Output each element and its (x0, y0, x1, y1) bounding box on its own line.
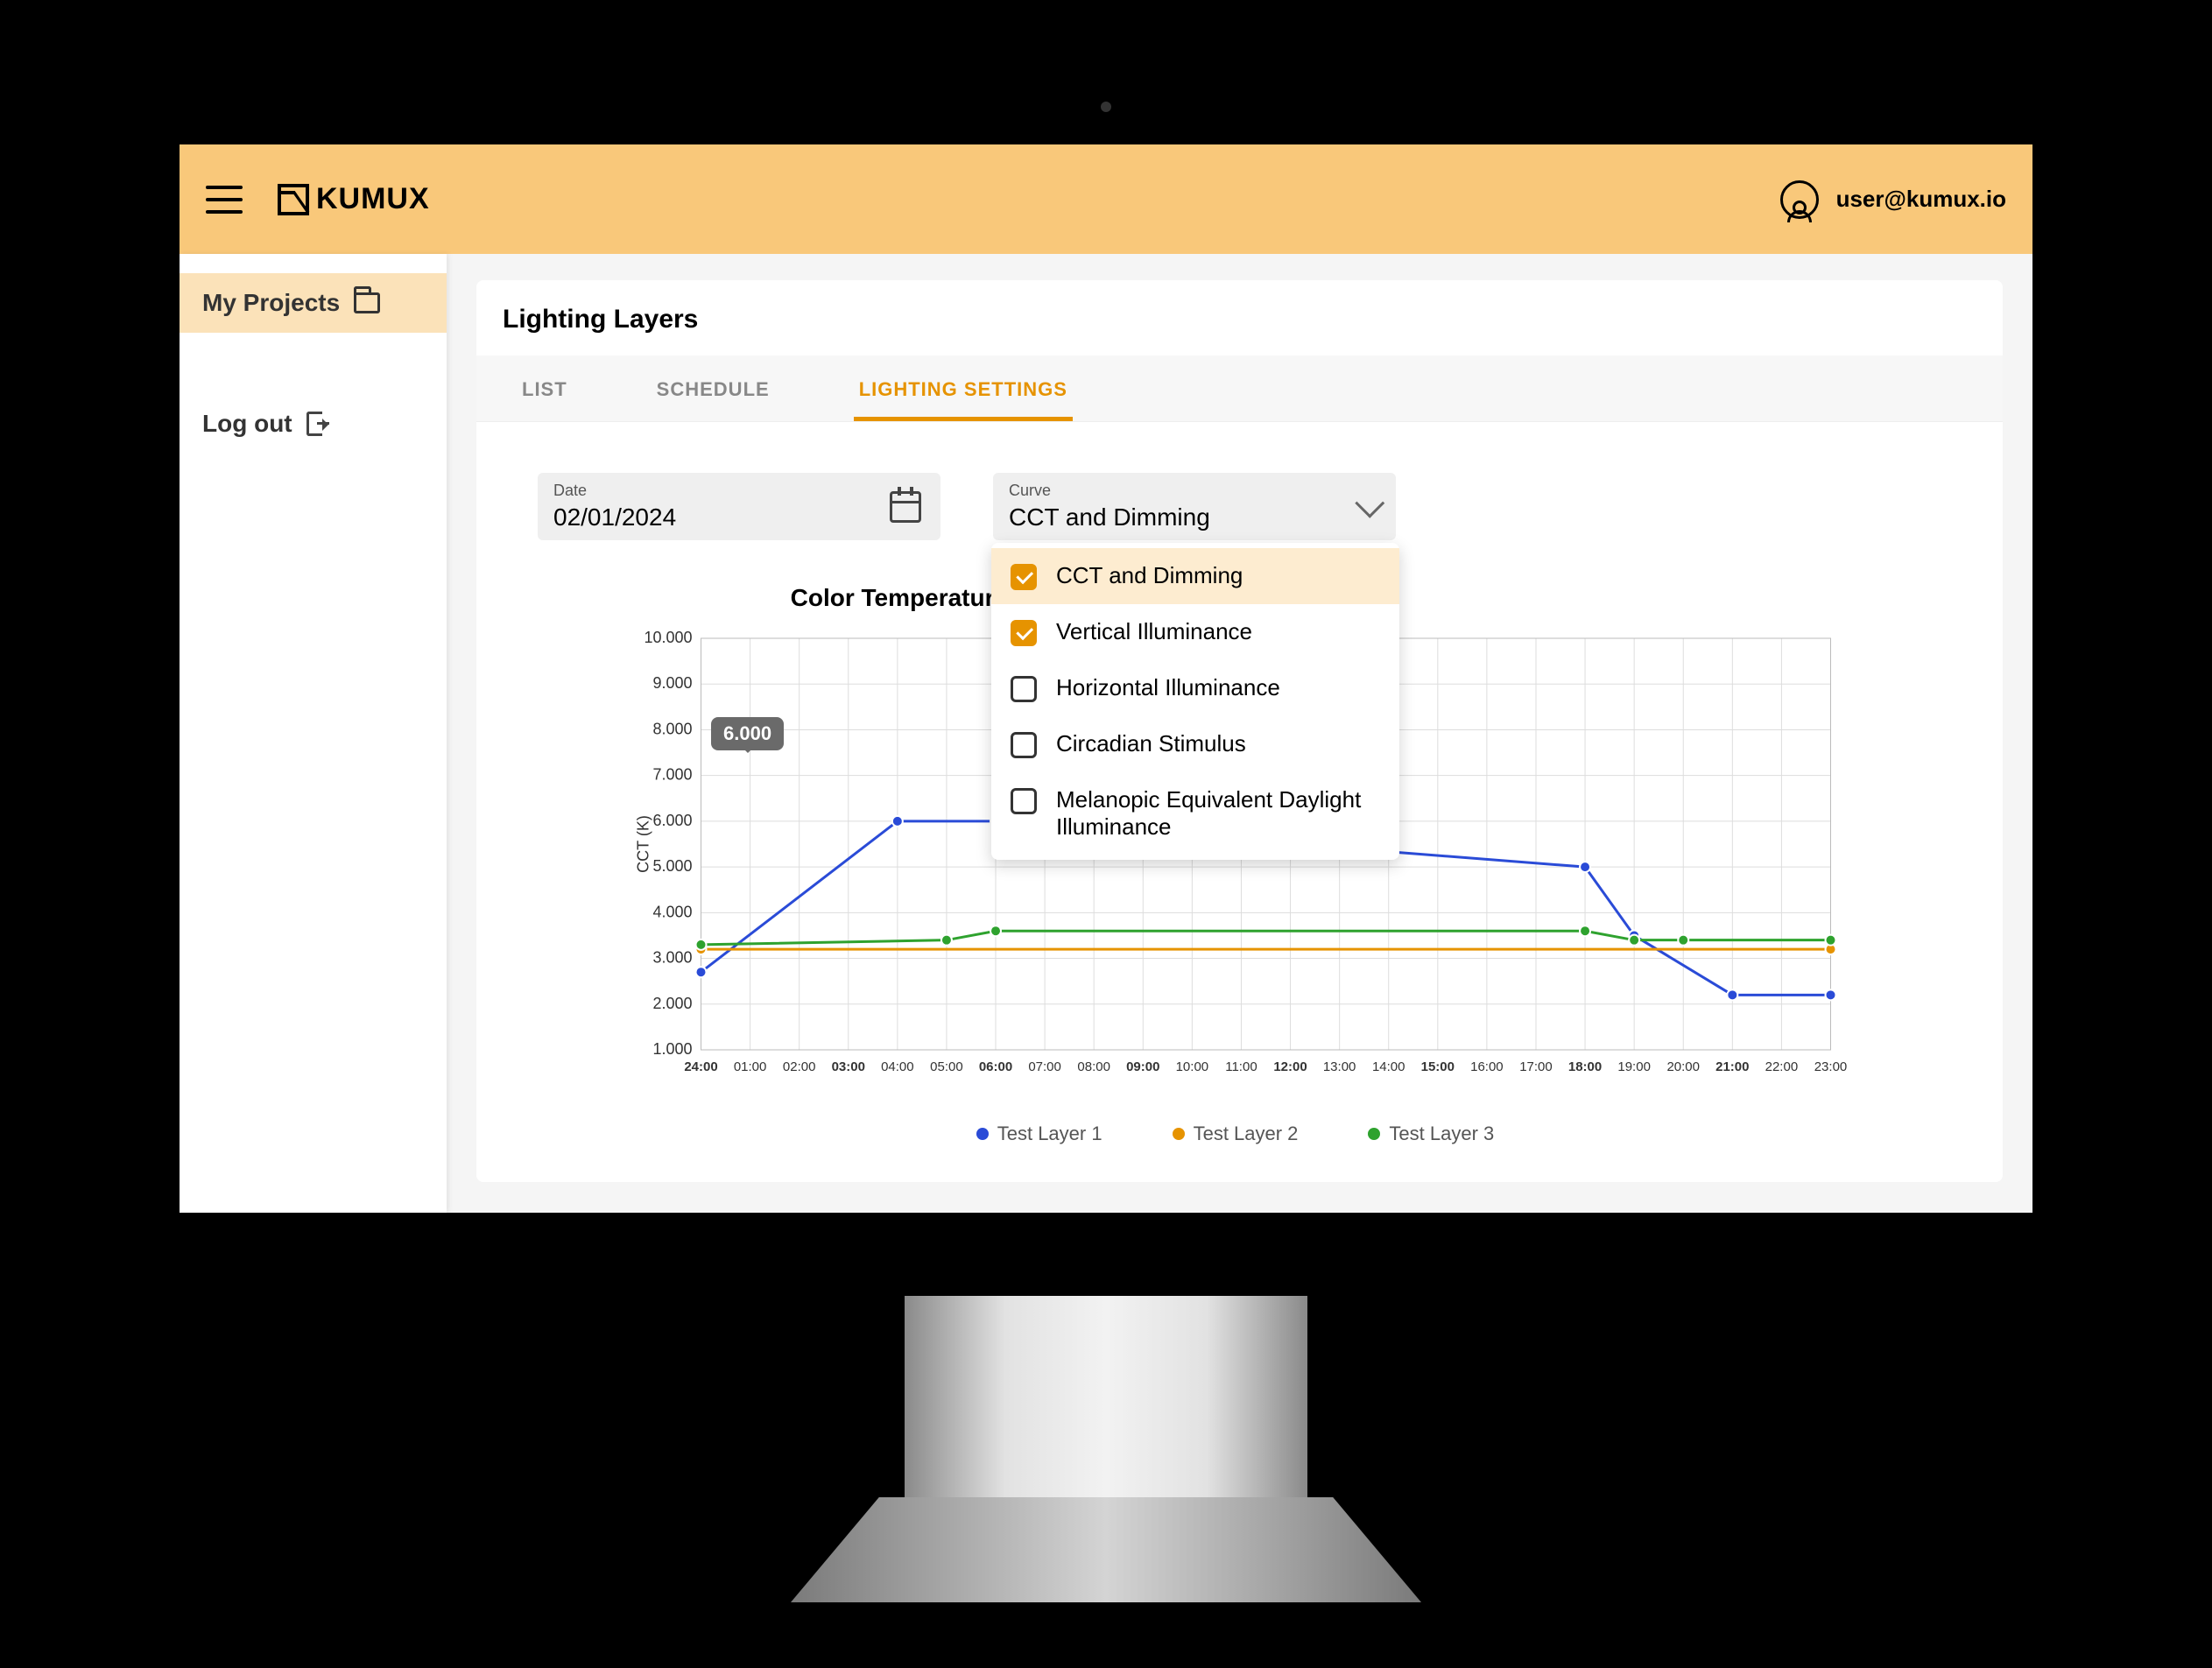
option-label: Vertical Illuminance (1056, 618, 1252, 645)
svg-text:4.000: 4.000 (652, 903, 692, 920)
user-avatar-icon[interactable] (1780, 180, 1819, 219)
chart-title-right (1548, 584, 1680, 612)
monitor-stand (905, 1296, 1307, 1602)
sidebar: My Projects Log out (180, 254, 447, 1213)
checkbox-icon[interactable] (1011, 620, 1037, 646)
curve-option-melanopic-edi[interactable]: Melanopic Equivalent Daylight Illuminanc… (991, 772, 1399, 855)
svg-text:3.000: 3.000 (652, 949, 692, 967)
svg-text:24:00: 24:00 (684, 1059, 717, 1074)
app-header: KUMUX user@kumux.io (180, 144, 2032, 254)
tab-lighting-settings[interactable]: LIGHTING SETTINGS (854, 362, 1073, 421)
curve-select[interactable]: Curve CCT and Dimming (993, 473, 1396, 540)
svg-text:08:00: 08:00 (1077, 1059, 1110, 1074)
checkbox-icon[interactable] (1011, 788, 1037, 814)
sidebar-item-log-out[interactable]: Log out (180, 394, 447, 454)
svg-text:23:00: 23:00 (1814, 1059, 1848, 1074)
svg-text:22:00: 22:00 (1765, 1059, 1799, 1074)
svg-text:2.000: 2.000 (652, 995, 692, 1012)
chart-legend: Test Layer 1 Test Layer 2 Test Layer 3 (520, 1123, 1950, 1145)
sidebar-item-my-projects[interactable]: My Projects (180, 273, 447, 333)
folder-icon (354, 292, 380, 313)
page-title: Lighting Layers (476, 301, 2003, 355)
calendar-icon[interactable] (890, 491, 921, 523)
svg-text:14:00: 14:00 (1372, 1059, 1405, 1074)
svg-text:15:00: 15:00 (1421, 1059, 1455, 1074)
legend-item-2[interactable]: Test Layer 2 (1173, 1123, 1299, 1145)
date-field[interactable]: Date 02/01/2024 (538, 473, 940, 540)
svg-text:05:00: 05:00 (930, 1059, 963, 1074)
legend-item-1[interactable]: Test Layer 1 (976, 1123, 1102, 1145)
svg-text:8.000: 8.000 (652, 720, 692, 737)
svg-text:07:00: 07:00 (1028, 1059, 1061, 1074)
svg-text:6.000: 6.000 (652, 812, 692, 829)
svg-text:03:00: 03:00 (832, 1059, 865, 1074)
svg-text:5.000: 5.000 (652, 857, 692, 875)
webcam-dot (1101, 102, 1111, 112)
curve-option-horizontal-illuminance[interactable]: Horizontal Illuminance (991, 660, 1399, 716)
svg-text:13:00: 13:00 (1323, 1059, 1356, 1074)
svg-text:06:00: 06:00 (979, 1059, 1012, 1074)
tab-bar: LIST SCHEDULE LIGHTING SETTINGS (476, 355, 2003, 422)
svg-text:17:00: 17:00 (1519, 1059, 1553, 1074)
svg-text:12:00: 12:00 (1273, 1059, 1307, 1074)
brand-text: KUMUX (316, 182, 430, 216)
curve-option-circadian-stimulus[interactable]: Circadian Stimulus (991, 716, 1399, 772)
hamburger-menu-icon[interactable] (206, 186, 243, 214)
svg-text:20:00: 20:00 (1666, 1059, 1700, 1074)
curve-option-cct-dimming[interactable]: CCT and Dimming (991, 548, 1399, 604)
curve-option-vertical-illuminance[interactable]: Vertical Illuminance (991, 604, 1399, 660)
brand-logo: KUMUX (278, 182, 430, 216)
svg-text:11:00: 11:00 (1225, 1059, 1257, 1074)
svg-text:16:00: 16:00 (1470, 1059, 1504, 1074)
tab-schedule[interactable]: SCHEDULE (652, 362, 775, 421)
date-value: 02/01/2024 (553, 503, 925, 531)
svg-text:19:00: 19:00 (1617, 1059, 1651, 1074)
app-screen: KUMUX user@kumux.io My Projects Log out (180, 144, 2032, 1213)
svg-text:21:00: 21:00 (1715, 1059, 1749, 1074)
curve-value: CCT and Dimming (1009, 503, 1380, 531)
checkbox-icon[interactable] (1011, 676, 1037, 702)
option-label: Horizontal Illuminance (1056, 674, 1280, 701)
chart-tooltip: 6.000 (711, 717, 784, 750)
svg-text:9.000: 9.000 (652, 674, 692, 692)
option-label: Melanopic Equivalent Daylight Illuminanc… (1056, 786, 1380, 841)
svg-text:1.000: 1.000 (652, 1040, 692, 1058)
legend-item-3[interactable]: Test Layer 3 (1368, 1123, 1494, 1145)
chevron-down-icon[interactable] (1356, 496, 1377, 517)
curve-label: Curve (1009, 482, 1380, 500)
svg-text:10:00: 10:00 (1176, 1059, 1209, 1074)
svg-text:01:00: 01:00 (734, 1059, 767, 1074)
tab-list[interactable]: LIST (517, 362, 573, 421)
date-label: Date (553, 482, 925, 500)
option-label: Circadian Stimulus (1056, 730, 1246, 757)
svg-text:18:00: 18:00 (1568, 1059, 1602, 1074)
svg-text:10.000: 10.000 (644, 630, 692, 646)
checkbox-icon[interactable] (1011, 564, 1037, 590)
checkbox-icon[interactable] (1011, 732, 1037, 758)
curve-dropdown-panel: CCT and Dimming Vertical Illuminance Hor… (991, 543, 1399, 860)
svg-text:CCT (K): CCT (K) (635, 815, 652, 873)
option-label: CCT and Dimming (1056, 562, 1243, 589)
svg-text:02:00: 02:00 (783, 1059, 816, 1074)
logout-icon (306, 412, 331, 436)
chart-title-left: Color Temperature (791, 584, 1008, 612)
sidebar-item-label: My Projects (202, 289, 340, 317)
svg-text:04:00: 04:00 (881, 1059, 914, 1074)
svg-text:09:00: 09:00 (1126, 1059, 1159, 1074)
svg-text:7.000: 7.000 (652, 766, 692, 784)
tooltip-value: 6.000 (723, 722, 771, 744)
brand-mark-icon (278, 184, 309, 215)
sidebar-item-label: Log out (202, 410, 292, 438)
user-email: user@kumux.io (1836, 186, 2006, 213)
